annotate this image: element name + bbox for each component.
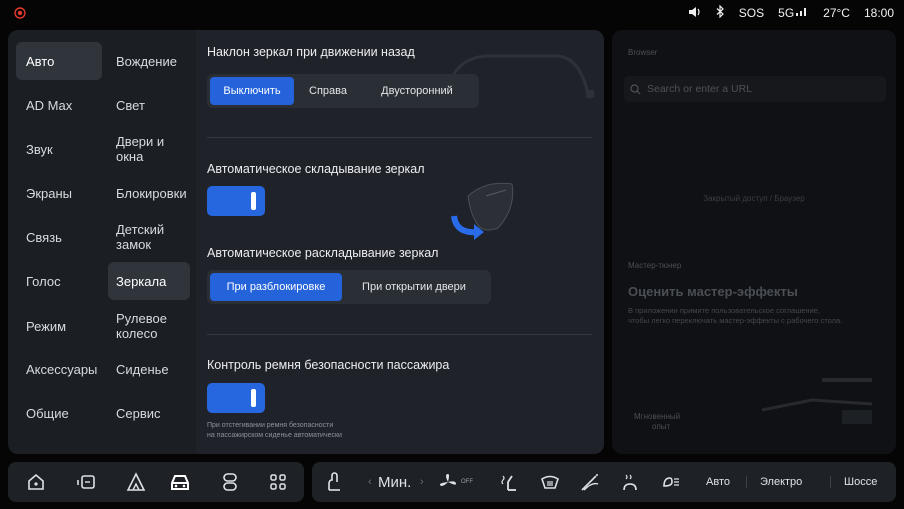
media-icon[interactable] — [218, 470, 242, 494]
auto-unfold-selector: При разблокировке При открытии двери — [207, 270, 491, 304]
reverse-tilt-title: Наклон зеркал при движении назад — [207, 45, 415, 59]
browser-search-placeholder: Search or enter a URL — [647, 83, 753, 95]
light-beam-icon[interactable] — [658, 470, 682, 494]
clock: 18:00 — [863, 6, 894, 20]
browser-center-text: Закрытый доступ / Браузер — [703, 194, 805, 203]
instant-line2: опыт — [652, 422, 671, 431]
nav-item-lights[interactable]: Свет — [108, 86, 190, 124]
nav-item-ad-max[interactable]: AD Max — [16, 86, 102, 124]
seatbelt-toggle[interactable] — [207, 383, 265, 413]
drive-mode-highway[interactable]: Шоссе — [844, 462, 877, 502]
nav-item-steering-wheel[interactable]: Рулевое колесо — [108, 307, 190, 345]
secondary-nav: Вождение Свет Двери и окна Блокировки Де… — [104, 30, 196, 454]
navigation-icon[interactable] — [124, 470, 148, 494]
option-off[interactable]: Выключить — [210, 77, 294, 105]
option-on-door-open[interactable]: При открытии двери — [344, 273, 484, 301]
status-bar: SOS 5G 27°C 18:00 — [0, 0, 904, 26]
divider — [830, 476, 831, 488]
nav-item-driving[interactable]: Вождение — [108, 42, 190, 80]
nav-item-connection[interactable]: Связь — [16, 218, 102, 256]
nav-item-locks[interactable]: Блокировки — [108, 174, 190, 212]
nav-item-mirrors[interactable]: Зеркала — [108, 262, 190, 300]
seat-heat-icon[interactable] — [498, 470, 522, 494]
wizard-desc-1: В приложении примите пользовательское со… — [628, 306, 821, 315]
volume-icon[interactable] — [688, 6, 702, 21]
defrost-front-icon[interactable] — [538, 470, 562, 494]
primary-nav: Авто AD Max Звук Экраны Связь Голос Режи… — [8, 30, 104, 454]
mirror-settings-content: Наклон зеркал при движении назад Выключи… — [196, 30, 604, 454]
reverse-tilt-selector: Выключить Справа Двусторонний — [207, 74, 479, 108]
settings-panel: Авто AD Max Звук Экраны Связь Голос Режи… — [8, 30, 604, 454]
nav-item-child-lock[interactable]: Детский замок — [108, 218, 190, 256]
app-dock — [8, 462, 304, 502]
fan-off-label: OFF — [461, 479, 473, 485]
network-status: 5G — [778, 6, 809, 20]
nav-item-auto[interactable]: Авто — [16, 42, 102, 80]
browser-panel: Browser Search or enter a URL Закрытый д… — [612, 30, 896, 454]
seatbelt-note-line2: на пассажирском сиденье автоматически — [207, 432, 342, 439]
browser-label: Browser — [628, 48, 658, 57]
browser-search-field[interactable]: Search or enter a URL — [624, 76, 886, 102]
wizard-label: Мастер-тюнер — [628, 261, 682, 270]
seatbelt-title: Контроль ремня безопасности пассажира — [207, 358, 450, 372]
option-both[interactable]: Двусторонний — [362, 77, 472, 105]
fan-speed-value: Мин. — [378, 473, 412, 491]
fan-increase-button[interactable]: › — [420, 462, 424, 502]
wizard-desc-2: чтобы легко переключать мастер-эффекты с… — [628, 316, 843, 325]
nav-item-mode[interactable]: Режим — [16, 307, 102, 345]
wizard-title[interactable]: Оценить мастер-эффекты — [628, 284, 798, 299]
car-settings-icon[interactable] — [168, 470, 192, 494]
search-icon — [630, 83, 641, 94]
nav-item-service[interactable]: Сервис — [108, 394, 190, 432]
auto-unfold-title: Автоматическое раскладывание зеркал — [207, 246, 439, 260]
nav-item-accessories[interactable]: Аксессуары — [16, 350, 102, 388]
divider — [207, 334, 592, 335]
parking-brake-icon — [14, 7, 26, 19]
sos-label[interactable]: SOS — [739, 6, 764, 20]
wiper-icon[interactable] — [578, 470, 602, 494]
auto-fold-toggle[interactable] — [207, 186, 265, 216]
temperature: 27°C — [823, 6, 850, 20]
climate-dock: ‹ Мин. › OFF Авто Электро Шоссе — [312, 462, 896, 502]
bluetooth-icon[interactable] — [716, 4, 725, 21]
seat-icon[interactable] — [322, 470, 346, 494]
nav-item-seat[interactable]: Сиденье — [108, 350, 190, 388]
nav-item-sound[interactable]: Звук — [16, 130, 102, 168]
nav-item-voice[interactable]: Голос — [16, 262, 102, 300]
apps-grid-icon[interactable] — [266, 470, 290, 494]
option-right[interactable]: Справа — [296, 77, 360, 105]
screen-mirror-icon[interactable] — [74, 470, 98, 494]
fan-decrease-button[interactable]: ‹ — [368, 462, 372, 502]
instant-line1: Мгновенный — [634, 412, 681, 421]
drive-mode-electric[interactable]: Электро — [760, 462, 802, 502]
divider — [207, 137, 592, 138]
steering-heat-icon[interactable] — [618, 470, 642, 494]
divider — [746, 476, 747, 488]
home-icon[interactable] — [24, 470, 48, 494]
wizard-illustration — [761, 378, 873, 424]
auto-fold-title: Автоматическое складывание зеркал — [207, 162, 425, 176]
seatbelt-note-line1: При отстегивании ремня безопасности — [207, 422, 334, 429]
option-on-unlock[interactable]: При разблокировке — [210, 273, 342, 301]
nav-item-doors-windows[interactable]: Двери и окна — [108, 130, 190, 168]
nav-item-screens[interactable]: Экраны — [16, 174, 102, 212]
drive-mode-auto[interactable]: Авто — [706, 462, 730, 502]
nav-item-general[interactable]: Общие — [16, 394, 102, 432]
fan-icon[interactable] — [436, 470, 460, 494]
mirror-fold-illustration — [451, 182, 514, 240]
